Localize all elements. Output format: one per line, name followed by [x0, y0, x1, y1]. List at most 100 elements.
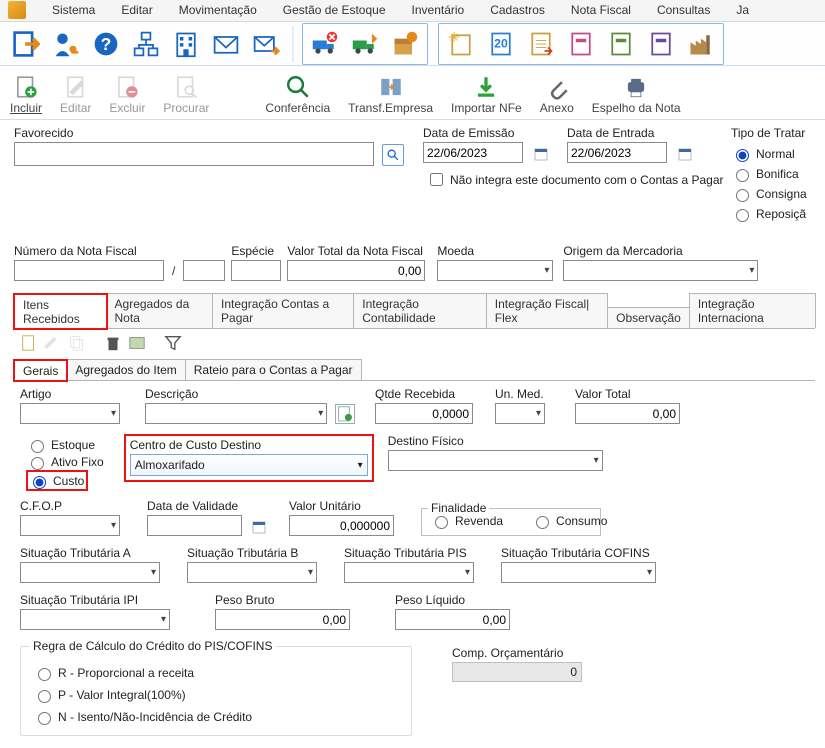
data-validade-input[interactable] — [147, 515, 242, 536]
menu-cadastros[interactable]: Cadastros — [490, 3, 545, 17]
radio-estoque[interactable]: Estoque — [26, 436, 104, 453]
box-gear-icon[interactable] — [387, 26, 423, 62]
comp-orcamentario-value: 0 — [452, 662, 582, 682]
regra-n-radio[interactable]: N - Isento/Não-Incidência de Crédito — [33, 709, 399, 725]
copy-item-icon[interactable] — [68, 334, 86, 352]
tipo-consignacao-radio[interactable]: Consigna — [731, 186, 807, 202]
excluir-button[interactable]: Excluir — [109, 74, 145, 115]
un-med-select[interactable]: ▾ — [495, 403, 545, 424]
tab-integracao-internacional[interactable]: Integração Internaciona — [689, 293, 816, 328]
note-green-icon[interactable] — [603, 26, 639, 62]
valor-total-nf-label: Valor Total da Nota Fiscal — [287, 244, 427, 258]
peso-bruto-input[interactable] — [215, 609, 350, 630]
note-badge-icon[interactable]: 20 — [483, 26, 519, 62]
favorecido-input[interactable] — [14, 142, 374, 166]
destino-fisico-select[interactable]: ▾ — [388, 450, 603, 471]
subtab-rateio-contas-pagar[interactable]: Rateio para o Contas a Pagar — [185, 359, 362, 380]
subtab-agregados-item[interactable]: Agregados do Item — [66, 359, 185, 380]
transf-empresa-button[interactable]: Transf.Empresa — [348, 74, 433, 115]
numero-nf-input[interactable] — [14, 260, 164, 281]
espelho-nota-button[interactable]: Espelho da Nota — [592, 74, 681, 115]
tab-observacao[interactable]: Observação — [607, 307, 690, 328]
note-spark-icon[interactable] — [443, 26, 479, 62]
descricao-detail-icon[interactable] — [335, 404, 355, 424]
tab-integracao-contabilidade[interactable]: Integração Contabilidade — [353, 293, 487, 328]
slash: / — [172, 264, 175, 278]
origem-mercadoria-select[interactable]: ▾ — [563, 260, 758, 281]
regra-r-radio[interactable]: R - Proporcional a receita — [33, 665, 399, 681]
filter-icon[interactable] — [164, 334, 182, 352]
tipo-bonificacao-radio[interactable]: Bonifica — [731, 166, 807, 182]
building-icon[interactable] — [168, 26, 204, 62]
sit-trib-ipi-select[interactable]: ▾ — [20, 609, 170, 630]
tab-agregados-nota[interactable]: Agregados da Nota — [106, 293, 214, 328]
note-purple-icon[interactable] — [643, 26, 679, 62]
sit-trib-pis-select[interactable]: ▾ — [344, 562, 474, 583]
moeda-select[interactable]: ▾ — [437, 260, 553, 281]
menu-inventario[interactable]: Inventário — [412, 3, 465, 17]
note-pink-icon[interactable] — [563, 26, 599, 62]
cfop-select[interactable]: ▾ — [20, 515, 120, 536]
truck-go-icon[interactable] — [347, 26, 383, 62]
anexo-button[interactable]: Anexo — [540, 74, 574, 115]
qtde-recebida-input[interactable] — [375, 403, 473, 424]
tab-integracao-contas-pagar[interactable]: Integração Contas a Pagar — [212, 293, 354, 328]
nao-integra-checkbox[interactable] — [430, 173, 443, 186]
menu-movimentacao[interactable]: Movimentação — [179, 3, 257, 17]
delete-item-icon[interactable] — [104, 334, 122, 352]
radio-ativo-fixo[interactable]: Ativo Fixo — [26, 453, 104, 470]
user-key-icon[interactable] — [48, 26, 84, 62]
factory-icon[interactable] — [683, 26, 719, 62]
especie-input[interactable] — [231, 260, 281, 281]
incluir-button[interactable]: Incluir — [10, 74, 42, 115]
artigo-select[interactable]: ▾ — [20, 403, 120, 424]
note-lines-icon[interactable] — [523, 26, 559, 62]
exit-icon[interactable] — [8, 26, 44, 62]
importar-nfe-button[interactable]: Importar NFe — [451, 74, 522, 115]
calendar-icon[interactable] — [531, 144, 550, 163]
menu-editar[interactable]: Editar — [121, 3, 152, 17]
numero-nf-serie-input[interactable] — [183, 260, 225, 281]
valor-total-nf-input[interactable] — [287, 260, 425, 281]
data-entrada-input[interactable] — [567, 142, 667, 163]
descricao-select[interactable]: ▾ — [145, 403, 327, 424]
tipo-reposicao-radio[interactable]: Reposiçã — [731, 206, 807, 222]
conferencia-button[interactable]: Conferência — [265, 74, 330, 115]
help-icon[interactable]: ? — [88, 26, 124, 62]
finalidade-consumo-radio[interactable]: Consumo — [531, 513, 607, 529]
procurar-button[interactable]: Procurar — [163, 74, 209, 115]
centro-custo-select[interactable]: Almoxarifado ▾ — [130, 454, 368, 476]
regra-p-radio[interactable]: P - Valor Integral(100%) — [33, 687, 399, 703]
centro-custo-label: Centro de Custo Destino — [130, 438, 368, 452]
menu-gestao-estoque[interactable]: Gestão de Estoque — [283, 3, 386, 17]
truck-cancel-icon[interactable] — [307, 26, 343, 62]
menu-sistema[interactable]: Sistema — [52, 3, 95, 17]
menu-consultas[interactable]: Consultas — [657, 3, 710, 17]
sit-trib-b-select[interactable]: ▾ — [187, 562, 317, 583]
finalidade-revenda-radio[interactable]: Revenda — [430, 513, 503, 529]
mail-send-icon[interactable] — [248, 26, 284, 62]
menu-nota-fiscal[interactable]: Nota Fiscal — [571, 3, 631, 17]
mail-icon[interactable] — [208, 26, 244, 62]
peso-liquido-input[interactable] — [395, 609, 510, 630]
tab-itens-recebidos[interactable]: Itens Recebidos — [14, 294, 107, 329]
calendar-icon[interactable] — [250, 517, 267, 536]
valor-unitario-input[interactable] — [289, 515, 394, 536]
edit-item-icon[interactable] — [44, 334, 62, 352]
tipo-normal-radio[interactable]: Normal — [731, 146, 807, 162]
subtab-gerais[interactable]: Gerais — [14, 360, 67, 381]
favorecido-search-icon[interactable] — [382, 144, 404, 166]
image-item-icon[interactable] — [128, 334, 146, 352]
editar-button[interactable]: Editar — [60, 74, 91, 115]
radio-custo[interactable]: Custo — [28, 472, 84, 489]
tab-integracao-fiscal-flex[interactable]: Integração Fiscal| Flex — [486, 293, 608, 328]
sub-tabs: Gerais Agregados do Item Rateio para o C… — [14, 357, 815, 381]
sit-trib-cofins-select[interactable]: ▾ — [501, 562, 656, 583]
data-emissao-input[interactable] — [423, 142, 523, 163]
menu-ja[interactable]: Ja — [736, 3, 749, 17]
sit-trib-a-select[interactable]: ▾ — [20, 562, 160, 583]
org-chart-icon[interactable] — [128, 26, 164, 62]
calendar-icon[interactable] — [675, 144, 694, 163]
item-valor-total-input[interactable] — [575, 403, 680, 424]
new-item-icon[interactable] — [20, 334, 38, 352]
